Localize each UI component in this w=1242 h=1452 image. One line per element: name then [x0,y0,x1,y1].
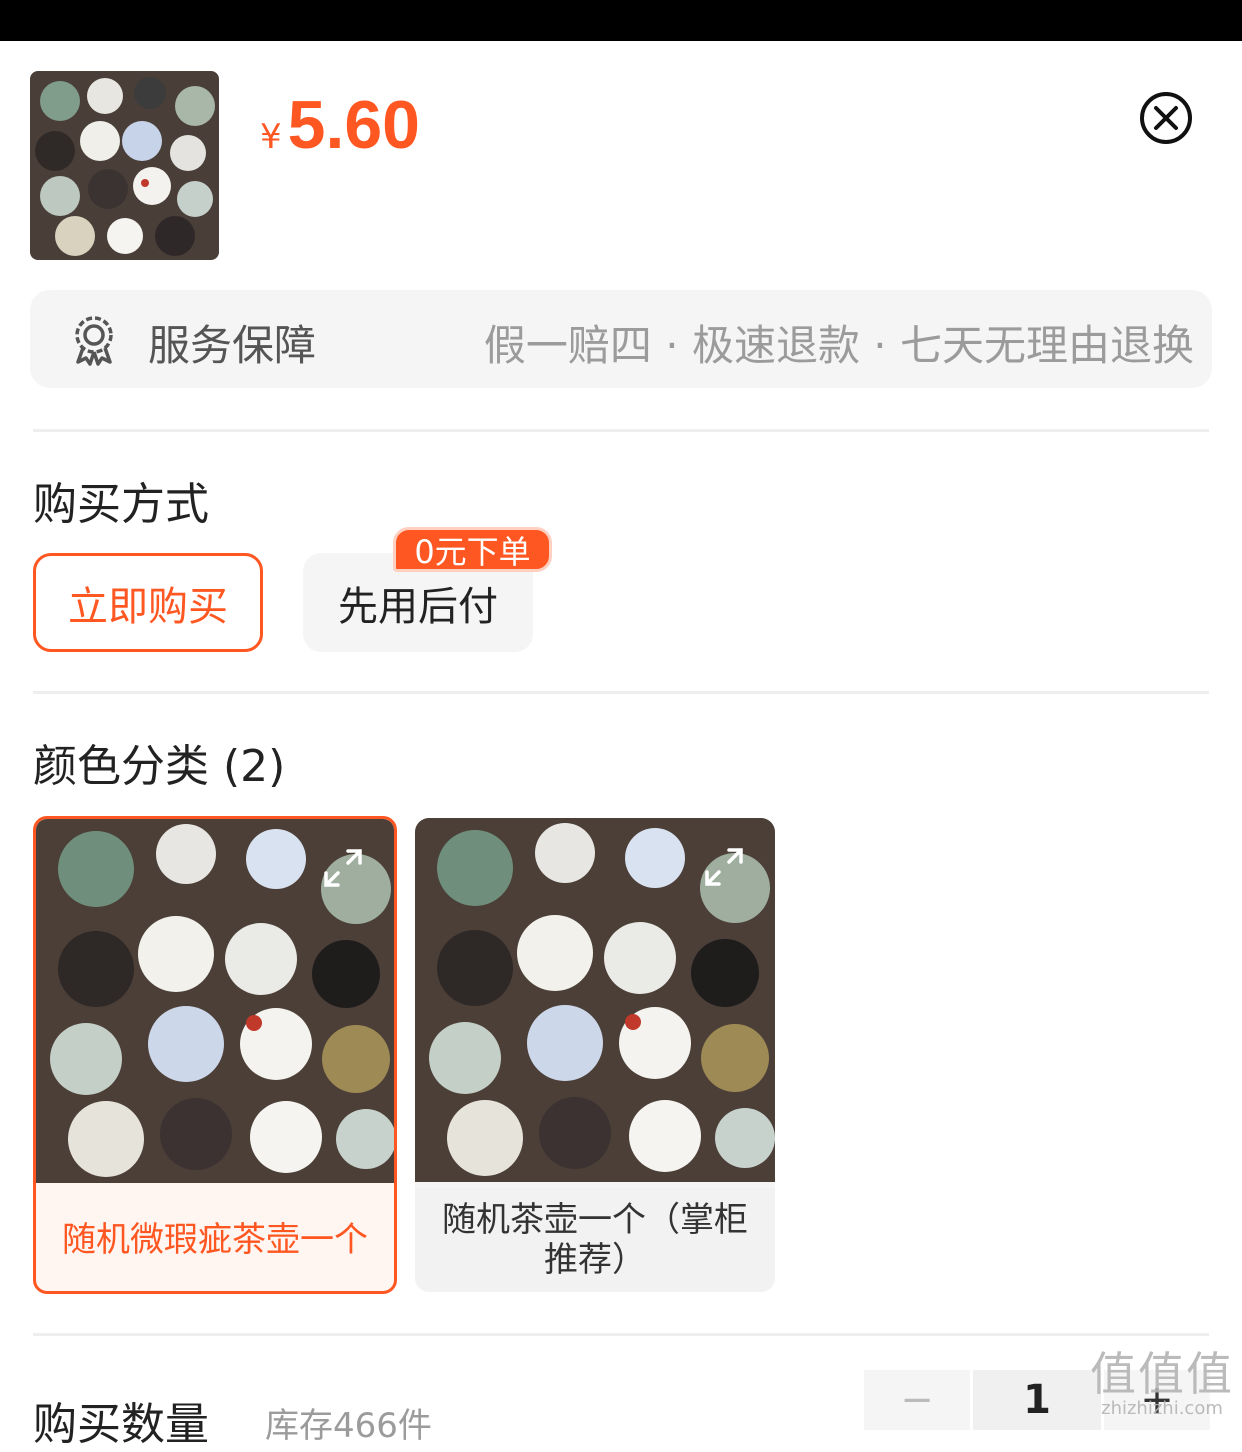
service-items: 假一赔四 · 极速退款 · 七天无理由退换 [483,321,1194,370]
expand-icon[interactable] [318,843,368,893]
variant-card-1[interactable]: 随机微瑕疵茶壶一个 [33,816,397,1294]
purchase-method-title: 购买方式 [33,479,209,530]
currency-symbol: ¥ [260,117,282,157]
price: ¥5.60 [260,86,420,164]
expand-icon[interactable] [699,842,749,892]
close-button[interactable] [1139,91,1193,145]
close-icon [1140,92,1192,144]
divider [33,429,1209,432]
shield-icon [68,314,120,366]
zero-down-badge: 0元下单 [393,527,552,572]
divider [33,1333,1209,1336]
watermark-logo: 值值值 [1090,1347,1234,1401]
status-bar [0,0,1242,41]
variant-card-2[interactable]: 随机茶壶一个（掌柜推荐） [415,818,775,1292]
watermark-url: zhizhizhi.com [1101,1398,1223,1419]
variant-name: 随机微瑕疵茶壶一个 [62,1220,368,1260]
decrease-button[interactable]: − [864,1370,970,1430]
quantity-title: 购买数量 [33,1399,209,1450]
service-guarantee-row[interactable]: 服务保障 假一赔四 · 极速退款 · 七天无理由退换 [30,290,1212,388]
color-category-title: 颜色分类 (2) [33,741,286,792]
product-thumbnail[interactable] [30,71,219,260]
site-watermark: 值值值 zhizhizhi.com [1090,1338,1234,1419]
variant-name: 随机茶壶一个（掌柜推荐） [415,1188,775,1292]
service-label: 服务保障 [148,321,317,370]
divider [33,691,1209,694]
quantity-value[interactable]: 1 [973,1370,1101,1430]
buy-now-option[interactable]: 立即购买 [33,553,263,652]
price-amount: 5.60 [287,87,420,163]
stock-count: 库存466件 [265,1406,432,1446]
